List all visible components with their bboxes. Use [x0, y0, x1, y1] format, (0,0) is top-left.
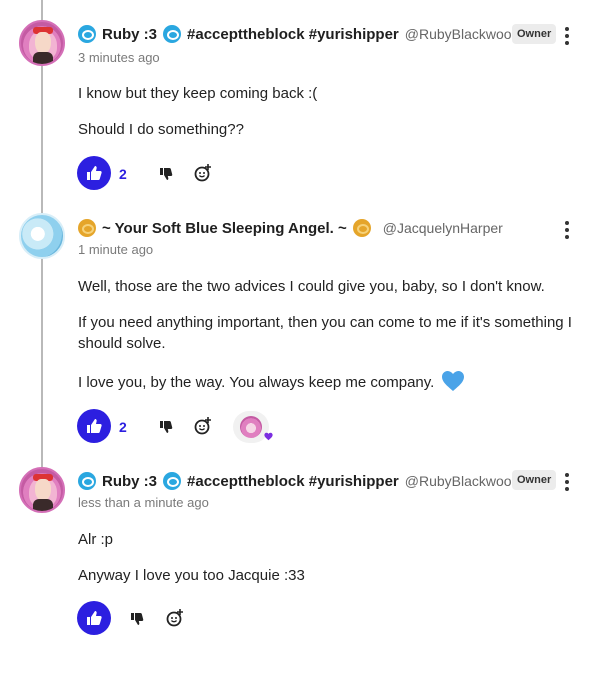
hashtags[interactable]: #accepttheblock #yurishipper	[187, 26, 399, 43]
blue-heart-icon	[442, 371, 465, 391]
comment-text: Well, those are the two advices I could …	[78, 278, 545, 295]
reactor-avatar	[240, 416, 262, 438]
thumbs-down-icon[interactable]	[157, 417, 177, 437]
paw-badge-icon	[163, 472, 182, 490]
like-button[interactable]	[77, 601, 111, 635]
add-reaction-icon[interactable]	[193, 163, 213, 183]
paw-badge-icon	[78, 472, 96, 490]
paw-badge-icon	[163, 25, 182, 43]
comment-text: Alr :p	[78, 531, 114, 548]
avatar[interactable]	[19, 467, 65, 513]
thumbs-down-icon[interactable]	[128, 609, 148, 629]
display-name[interactable]: Ruby :3	[102, 26, 157, 43]
like-button[interactable]	[77, 409, 111, 443]
comment-header: Ruby :3 #accepttheblock #yurishipper @Ru…	[78, 23, 519, 45]
user-handle[interactable]: @JacquelynHarper	[383, 220, 503, 236]
more-options-icon[interactable]	[563, 27, 571, 45]
user-handle[interactable]: @RubyBlackwood	[405, 473, 520, 489]
hashtags[interactable]: #accepttheblock #yurishipper	[187, 473, 399, 490]
thumbs-up-icon	[87, 419, 102, 433]
add-reaction-icon[interactable]	[165, 608, 185, 628]
comment-text: Should I do something??	[78, 121, 244, 138]
like-count: 2	[119, 166, 127, 182]
display-name[interactable]: Ruby :3	[102, 473, 157, 490]
comment-text: If you need anything important, then you…	[78, 314, 572, 352]
coin-badge-icon	[78, 219, 96, 237]
paw-badge-icon	[78, 25, 96, 43]
comment-text: Anyway I love you too Jacquie :33	[78, 567, 305, 584]
owner-badge: Owner	[512, 24, 557, 44]
coin-badge-icon	[352, 219, 371, 237]
like-button[interactable]	[77, 156, 111, 190]
timestamp: 3 minutes ago	[78, 50, 160, 65]
user-handle[interactable]: @RubyBlackwood	[405, 26, 520, 42]
comment-text: I know but they keep coming back :(	[78, 85, 318, 102]
more-options-icon[interactable]	[563, 221, 571, 239]
comment-header: Ruby :3 #accepttheblock #yurishipper @Ru…	[78, 470, 519, 492]
comment-header: ~ Your Soft Blue Sleeping Angel. ~ @Jacq…	[78, 217, 503, 239]
timestamp: 1 minute ago	[78, 242, 154, 257]
comment-text-span: I love you, by the way. You always keep …	[78, 374, 435, 391]
thumbs-up-icon	[87, 166, 102, 180]
like-count: 2	[119, 419, 127, 435]
more-options-icon[interactable]	[563, 473, 571, 491]
thumbs-up-icon	[87, 611, 102, 625]
timestamp: less than a minute ago	[78, 495, 209, 510]
avatar[interactable]	[19, 20, 65, 66]
comment-text: I love you, by the way. You always keep …	[78, 370, 578, 393]
thumbs-down-icon[interactable]	[157, 164, 177, 184]
purple-heart-icon	[264, 432, 273, 441]
avatar[interactable]	[19, 213, 65, 259]
owner-badge: Owner	[512, 470, 557, 490]
display-name[interactable]: ~ Your Soft Blue Sleeping Angel. ~	[102, 220, 347, 237]
add-reaction-icon[interactable]	[193, 416, 213, 436]
